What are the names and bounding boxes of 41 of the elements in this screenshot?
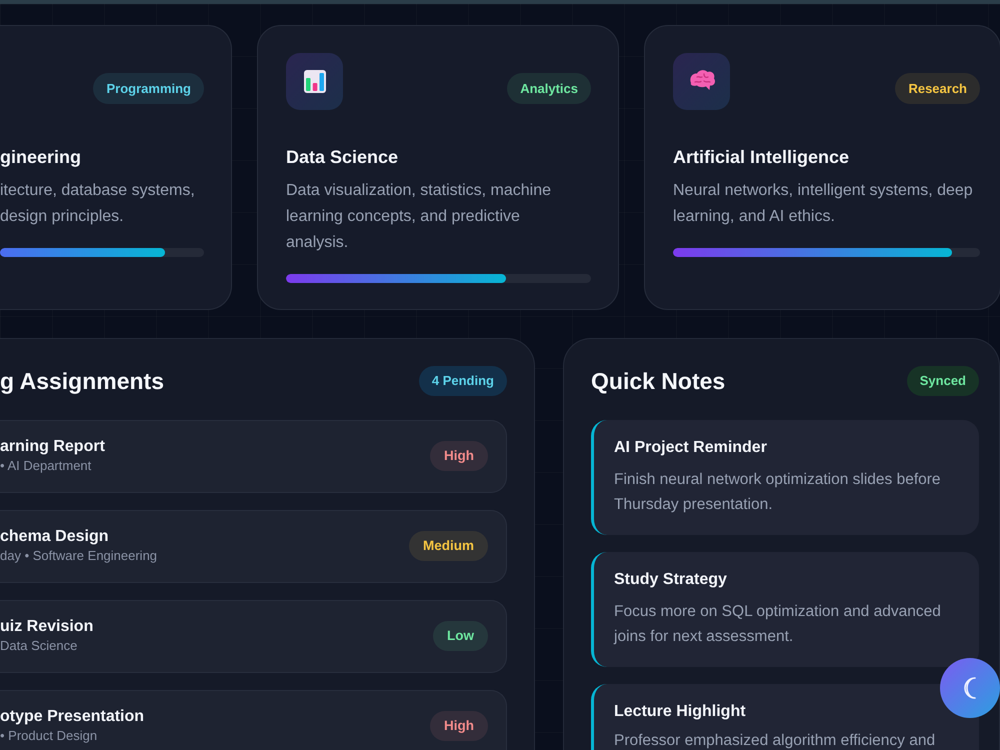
assignment-meta: day • Software Engineering <box>0 547 158 565</box>
note-body: Professor emphasized algorithm efficiency and <box>614 731 936 750</box>
note-card[interactable]: AI Project Reminder Finish neural network optimization slides before Thursday presentation. <box>591 420 979 535</box>
panel-title: g Assignments <box>0 367 164 396</box>
course-title: Data Science <box>286 146 400 169</box>
bar-chart-icon <box>286 53 343 110</box>
assignment-row[interactable]: uiz Revision Data Science Low <box>0 600 507 673</box>
sync-status-badge: Synced <box>906 366 979 396</box>
note-card[interactable]: Lecture Highlight Professor emphasized algorithm efficiency and <box>591 684 979 750</box>
assignment-row[interactable]: arning Report • AI Department High <box>0 420 507 493</box>
priority-tag: Medium <box>408 531 488 561</box>
category-tag: Analytics <box>507 73 591 104</box>
category-tag: Research <box>895 73 980 104</box>
assignment-title: chema Design <box>0 527 110 547</box>
note-title: Lecture Highlight <box>614 702 747 722</box>
assignment-row[interactable]: otype Presentation • Product Design High <box>0 690 507 750</box>
priority-tag: Low <box>433 621 488 651</box>
category-tag: Programming <box>93 73 204 104</box>
course-title: Artificial Intelligence <box>673 146 850 169</box>
pending-count-badge: 4 Pending <box>418 366 507 396</box>
note-body: Focus more on SQL optimization and advanced joins for next assessment. <box>614 602 942 647</box>
assignment-title: uiz Revision <box>0 617 94 637</box>
course-title: gineering <box>0 146 82 169</box>
course-description: itecture, database systems, design principles. <box>0 181 196 227</box>
panel-title: Quick Notes <box>591 367 726 396</box>
note-card[interactable]: Study Strategy Focus more on SQL optimization and advanced joins for next assessment. <box>591 552 979 667</box>
priority-tag: High <box>430 711 488 741</box>
note-title: AI Project Reminder <box>614 438 768 458</box>
note-body: Finish neural network optimization slides before Thursday presentation. <box>614 470 942 515</box>
priority-tag: High <box>430 441 488 471</box>
assignment-meta: Data Science <box>0 637 78 655</box>
note-title: Study Strategy <box>614 570 728 590</box>
assignment-title: otype Presentation <box>0 707 144 727</box>
assignment-meta: • AI Department <box>0 457 92 475</box>
course-description: Data visualization, statistics, machine learning concepts, and predictive analysis. <box>286 181 552 253</box>
assignment-title: arning Report <box>0 437 105 457</box>
course-description: Neural networks, intelligent systems, deep learning, and AI ethics. <box>673 181 974 227</box>
brain-icon <box>673 53 730 110</box>
moon-icon <box>962 677 978 699</box>
assignment-meta: • Product Design <box>0 727 98 745</box>
assignment-row[interactable]: chema Design day • Software Engineering Medium <box>0 510 507 583</box>
